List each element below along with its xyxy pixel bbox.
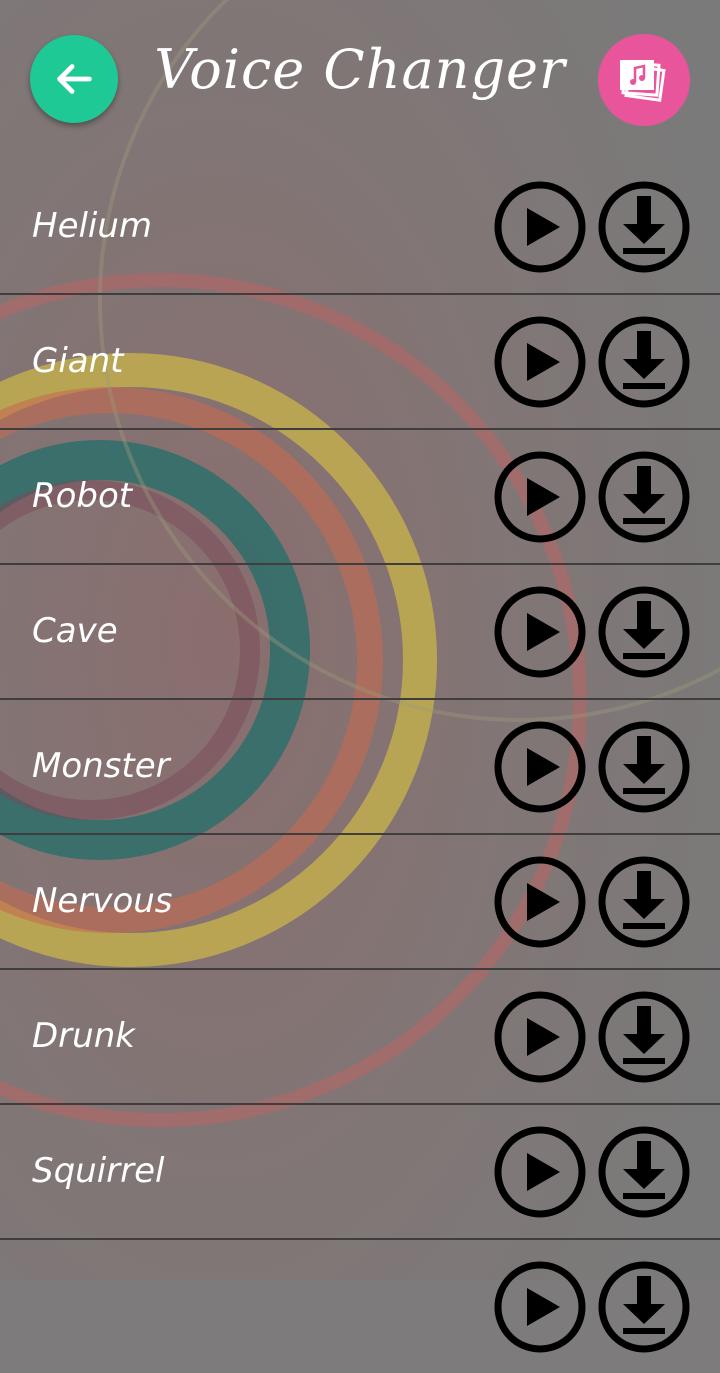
effect-label: Monster — [32, 746, 170, 786]
download-button[interactable] — [597, 1125, 691, 1219]
play-button[interactable] — [493, 315, 587, 409]
download-button[interactable] — [597, 855, 691, 949]
download-icon — [598, 721, 690, 813]
list-item[interactable]: Squirrel — [0, 1105, 720, 1240]
download-icon — [598, 316, 690, 408]
play-button[interactable] — [493, 990, 587, 1084]
effect-label: Robot — [32, 476, 133, 516]
play-icon — [494, 181, 586, 273]
play-icon — [494, 856, 586, 948]
play-button[interactable] — [493, 585, 587, 679]
play-icon — [494, 721, 586, 813]
arrow-left-icon — [57, 64, 92, 94]
list-item[interactable] — [0, 1240, 720, 1373]
effect-label: Helium — [32, 206, 153, 246]
download-button[interactable] — [597, 180, 691, 274]
back-button[interactable] — [30, 35, 118, 123]
play-button[interactable] — [493, 855, 587, 949]
list-item[interactable]: Giant — [0, 295, 720, 430]
play-icon — [494, 586, 586, 678]
download-icon — [598, 181, 690, 273]
play-button[interactable] — [493, 450, 587, 544]
play-icon — [494, 451, 586, 543]
download-button[interactable] — [597, 315, 691, 409]
download-button[interactable] — [597, 450, 691, 544]
play-button[interactable] — [493, 1260, 587, 1354]
download-icon — [598, 1261, 690, 1353]
download-button[interactable] — [597, 1260, 691, 1354]
download-button[interactable] — [597, 585, 691, 679]
download-icon — [598, 856, 690, 948]
list-item[interactable]: Helium — [0, 160, 720, 295]
effect-label: Squirrel — [32, 1151, 165, 1191]
play-icon — [494, 1261, 586, 1353]
effect-label: Drunk — [32, 1016, 135, 1056]
download-icon — [598, 451, 690, 543]
play-icon — [494, 991, 586, 1083]
download-icon — [598, 1126, 690, 1218]
list-item[interactable]: Monster — [0, 700, 720, 835]
download-button[interactable] — [597, 990, 691, 1084]
list-item[interactable]: Nervous — [0, 835, 720, 970]
play-button[interactable] — [493, 180, 587, 274]
play-icon — [494, 1126, 586, 1218]
page-title: Voice Changer — [154, 38, 566, 101]
download-icon — [598, 991, 690, 1083]
download-button[interactable] — [597, 720, 691, 814]
list-item[interactable]: Robot — [0, 430, 720, 565]
gallery-button[interactable] — [598, 34, 690, 126]
play-icon — [494, 316, 586, 408]
list-item[interactable]: Drunk — [0, 970, 720, 1105]
effect-label: Cave — [32, 611, 118, 651]
header: Voice Changer — [0, 0, 720, 160]
effect-label: Nervous — [32, 881, 173, 921]
effect-label: Giant — [32, 341, 124, 381]
music-gallery-icon — [620, 60, 666, 102]
play-button[interactable] — [493, 720, 587, 814]
list-item[interactable]: Cave — [0, 565, 720, 700]
play-button[interactable] — [493, 1125, 587, 1219]
download-icon — [598, 586, 690, 678]
effects-list: Helium Giant Robot Cave Monster Nervous Drunk S… — [0, 160, 720, 1373]
